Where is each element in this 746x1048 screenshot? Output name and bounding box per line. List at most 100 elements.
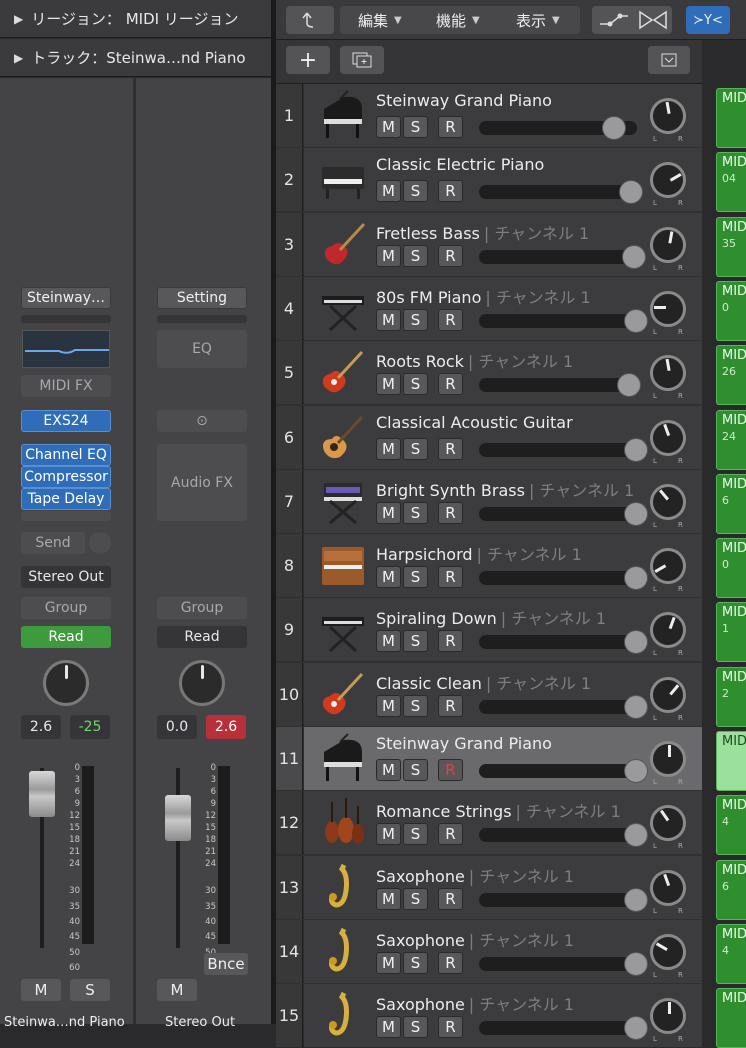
track-name[interactable]: Steinway Grand Piano [376, 91, 556, 110]
track-name[interactable]: Saxophone | チャンネル 1 [376, 927, 574, 951]
midi-region[interactable]: MID 4 [716, 923, 746, 984]
midi-region[interactable]: MID 6 [716, 473, 746, 534]
volume-slider-handle[interactable] [602, 116, 626, 140]
track-row[interactable]: 5 Roots Rock | チャンネル 1MSRLR [276, 341, 702, 405]
track-name[interactable]: Bright Synth Brass | チャンネル 1 [376, 477, 634, 501]
track-row[interactable]: 6 Classical Acoustic Guitar M S R L R [276, 405, 702, 469]
empty-plugin-slot[interactable] [21, 511, 111, 521]
solo-button[interactable]: S [403, 373, 428, 396]
pan-knob[interactable] [647, 352, 689, 395]
track-header[interactable]: Classical Acoustic Guitar M S R L R [304, 405, 702, 469]
track-header[interactable]: Fretless Bass | チャンネル 1MSRLR [304, 212, 702, 276]
pan-knob[interactable] [642, 476, 694, 528]
track-row[interactable]: 9 Spiraling Down | チャンネル 1MSRLR [276, 598, 702, 662]
solo-button[interactable]: S [403, 308, 428, 331]
pan-knob[interactable] [644, 607, 692, 654]
track-header[interactable]: Saxophone | チャンネル 1MSRLR [304, 855, 702, 919]
track-name[interactable]: Fretless Bass | チャンネル 1 [376, 220, 589, 244]
solo-button[interactable]: S [403, 823, 428, 846]
solo-button[interactable]: S [403, 887, 428, 910]
keyboard-stand-icon[interactable] [318, 282, 368, 334]
setting-button[interactable]: Setting [157, 287, 247, 309]
record-enable-button[interactable]: R [438, 308, 463, 331]
automation-read-button[interactable]: Read [157, 626, 247, 648]
track-name[interactable]: Saxophone | チャンネル 1 [376, 863, 574, 887]
track-row[interactable]: 10 Classic Clean | チャンネル 1MSRLR [276, 662, 702, 726]
volume-slider-handle[interactable] [624, 951, 648, 976]
volume-slider[interactable] [479, 442, 637, 457]
peak-value[interactable]: 2.6 [206, 715, 246, 739]
mute-button[interactable]: M [376, 116, 401, 138]
volume-slider[interactable] [479, 1021, 637, 1036]
add-track-button[interactable]: + [286, 46, 330, 74]
track-header[interactable]: Classic Electric Piano M S R L R [304, 148, 702, 212]
functions-menu[interactable]: 機能 ▼ [436, 6, 480, 34]
automation-read-button[interactable]: Read [21, 626, 111, 648]
pan-knob[interactable] [643, 927, 693, 977]
duplicate-track-icon[interactable] [340, 46, 384, 74]
solo-button[interactable]: S [403, 566, 428, 589]
mute-button[interactable]: M [376, 244, 401, 267]
midi-region[interactable]: MID 35 [716, 216, 746, 277]
track-header[interactable]: Romance Strings | チャンネル 1MSRLR [304, 791, 702, 855]
volume-fader-cap[interactable] [165, 795, 191, 841]
midi-region[interactable]: MID [716, 88, 746, 148]
region-inspector-header[interactable]: ▶ リージョン： MIDI リージョン [0, 0, 271, 38]
volume-slider[interactable] [479, 378, 637, 393]
record-enable-button[interactable]: R [438, 180, 463, 203]
record-enable-button[interactable]: R [438, 694, 463, 717]
record-enable-button[interactable]: R [438, 244, 463, 267]
output-slot[interactable]: Stereo Out [21, 566, 111, 588]
pan-knob[interactable] [647, 95, 689, 137]
track-row[interactable]: 4 80s FM Piano | チャンネル 1MSRLR [276, 276, 702, 340]
midi-region[interactable]: MID 4 [716, 795, 746, 856]
edit-menu[interactable]: 編集 ▼ [358, 6, 402, 34]
track-header[interactable]: Bright Synth Brass | チャンネル 1MSRLR [304, 469, 702, 533]
disclosure-triangle-icon[interactable]: ▶ [14, 12, 23, 26]
pan-knob[interactable] [644, 864, 692, 911]
back-arrow-icon[interactable] [286, 6, 334, 34]
record-enable-button[interactable]: R [438, 823, 463, 846]
solo-button[interactable]: S [403, 437, 428, 460]
track-header[interactable]: Steinway Grand Piano M S R L R [304, 84, 702, 147]
electric-guitar-icon[interactable] [318, 668, 368, 720]
volume-slider-handle[interactable] [624, 887, 648, 912]
setting-button[interactable]: Steinway… [21, 287, 111, 309]
solo-button[interactable]: S [70, 979, 110, 1001]
saxophone-icon[interactable] [318, 989, 368, 1041]
pan-knob[interactable] [642, 669, 694, 721]
volume-slider-handle[interactable] [622, 244, 646, 269]
bounce-button[interactable]: Bnce [204, 953, 248, 975]
solo-button[interactable]: S [403, 244, 428, 267]
midi-region[interactable]: MID [716, 988, 746, 1048]
track-name[interactable]: Saxophone | チャンネル 1 [376, 991, 574, 1015]
track-row[interactable]: 7 Bright Synth Brass | チャンネル 1MSRLR [276, 469, 702, 533]
saxophone-icon[interactable] [318, 861, 368, 913]
mute-button[interactable]: M [376, 180, 401, 203]
track-name[interactable]: Harpsichord | チャンネル 1 [376, 541, 582, 565]
volume-value[interactable]: 2.6 [21, 715, 61, 739]
pan-value[interactable]: -25 [70, 715, 110, 739]
midi-region[interactable]: MID 04 [716, 152, 746, 213]
track-name[interactable]: Classic Clean | チャンネル 1 [376, 670, 591, 694]
solo-button[interactable]: S [403, 694, 428, 717]
pan-knob[interactable] [643, 155, 693, 205]
flex-time-icon[interactable] [638, 10, 668, 34]
mute-button[interactable]: M [376, 437, 401, 460]
track-row[interactable]: 11 Steinway Grand Piano M S R L R [276, 727, 702, 790]
bass-guitar-icon[interactable] [318, 218, 368, 270]
disclosure-triangle-icon[interactable]: ▶ [14, 51, 23, 65]
mute-button[interactable]: M [376, 501, 401, 524]
volume-slider-handle[interactable] [624, 759, 648, 783]
eq-slot[interactable]: EQ [157, 330, 247, 368]
volume-slider[interactable] [479, 506, 637, 521]
track-row[interactable]: 13 Saxophone | チャンネル 1MSRLR [276, 855, 702, 919]
mute-button[interactable]: M [376, 630, 401, 653]
volume-slider[interactable] [479, 635, 637, 650]
mute-button[interactable]: M [376, 694, 401, 717]
pan-knob[interactable] [644, 414, 692, 461]
volume-slider[interactable] [479, 828, 637, 843]
keyboard-stand-icon[interactable] [318, 603, 368, 655]
midi-region[interactable]: MID 24 [716, 409, 746, 470]
midi-region[interactable]: MID 2 [716, 666, 746, 727]
